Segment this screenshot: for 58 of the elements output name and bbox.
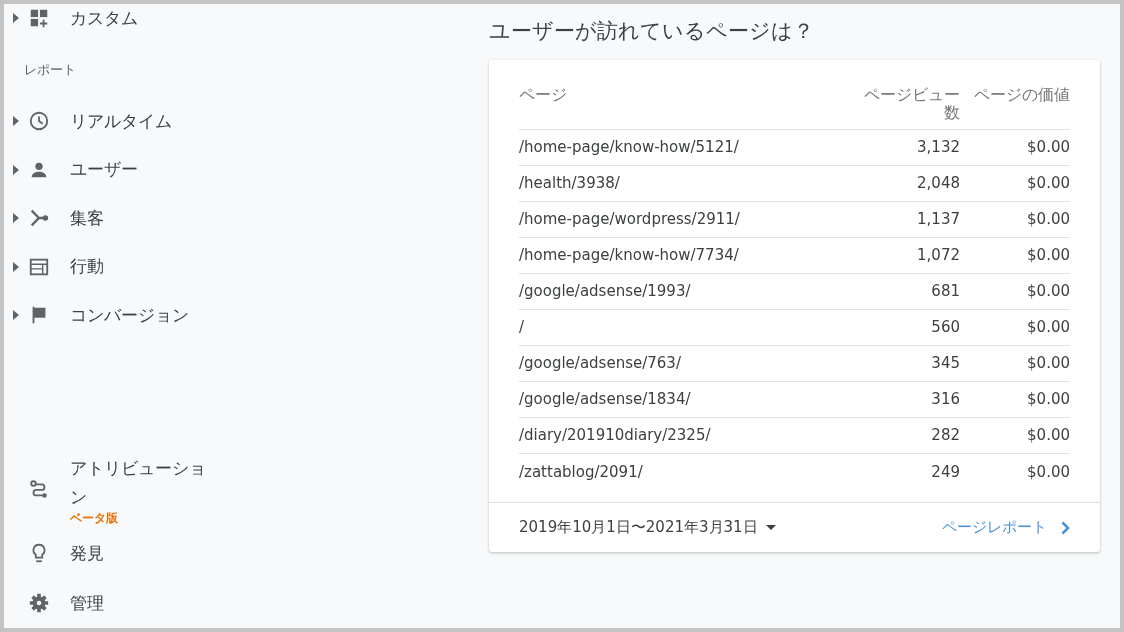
table-cell-text: 1,072 [916, 245, 960, 267]
settings-icon [28, 592, 50, 614]
nav-item-label[interactable]: アトリビューション [70, 453, 220, 512]
table-cell-text: /diary/201910diary/2325/ [519, 425, 712, 447]
grid-plus-icon [28, 7, 50, 30]
nav-item-label[interactable]: 行動 [70, 252, 220, 282]
clock-icon [28, 110, 50, 133]
nav-item-label[interactable]: 発見 [70, 538, 220, 568]
table-cell-text: $0.00 [1026, 137, 1070, 159]
caret-icon [765, 524, 776, 531]
column-header: ページビュー数 [863, 86, 960, 122]
expand-arrow-icon[interactable] [13, 116, 19, 127]
section-label: レポート [23, 61, 77, 79]
nav-item-label[interactable]: コンバージョン [70, 300, 220, 330]
table-cell-text: /health/3938/ [519, 173, 621, 195]
expand-arrow-icon[interactable] [13, 13, 19, 24]
column-header: ページの価値 [973, 86, 1070, 104]
table-cell-text: /home-page/wordpress/2911/ [519, 209, 741, 231]
table-cell-text: $0.00 [1026, 461, 1070, 483]
expand-arrow-icon[interactable] [13, 164, 19, 175]
expand-arrow-icon[interactable] [13, 213, 19, 224]
section-heading: ユーザーが訪れているページは？ [489, 18, 815, 46]
table-cell-text: $0.00 [1026, 353, 1070, 375]
column-header: ページ [519, 86, 568, 104]
table-cell-text: /home-page/know-how/7734/ [519, 245, 740, 267]
nav-item-label[interactable]: ユーザー [70, 155, 220, 185]
table-cell-text: /google/adsense/1993/ [519, 281, 692, 303]
table-cell-text: /home-page/know-how/5121/ [519, 137, 740, 159]
expand-arrow-icon[interactable] [13, 261, 19, 272]
table-cell-text: /google/adsense/763/ [519, 353, 682, 375]
table-cell-text: 2,048 [916, 173, 960, 195]
nav-item-label[interactable]: 管理 [70, 588, 220, 618]
table-cell-text: 3,132 [916, 137, 960, 159]
chevron-right-icon [1061, 520, 1070, 535]
table-cell-text: /google/adsense/1834/ [519, 389, 692, 411]
nav-item-label[interactable]: カスタム [70, 4, 220, 33]
table-cell-text: $0.00 [1026, 317, 1070, 339]
table-cell-text: $0.00 [1026, 281, 1070, 303]
date-range-dropdown[interactable]: 2019年10月1日〜2021年3月31日 [519, 516, 776, 539]
table-cell-text: 345 [930, 353, 960, 375]
table-cell-text: $0.00 [1026, 173, 1070, 195]
table-cell-text: $0.00 [1026, 425, 1070, 447]
table-cell-text: 249 [930, 461, 960, 483]
table-cell-text: 1,137 [916, 209, 960, 231]
nav-item-label[interactable]: 集客 [70, 203, 220, 233]
table-cell-text: /zattablog/2091/ [519, 461, 644, 483]
table-cell-text: 282 [930, 425, 960, 447]
table-cell-text: 560 [930, 317, 960, 339]
expand-arrow-icon[interactable] [13, 310, 19, 321]
table-cell-text: $0.00 [1026, 245, 1070, 267]
table-cell-text: $0.00 [1026, 389, 1070, 411]
table-cell-text: / [519, 317, 526, 339]
table-cell-text: $0.00 [1026, 209, 1070, 231]
table-cell-text: 316 [930, 389, 960, 411]
path-icon [28, 478, 50, 501]
table-cell-text: 681 [930, 281, 960, 303]
beta-label: ベータ版 [70, 510, 119, 525]
nav-item-label[interactable]: リアルタイム [70, 106, 220, 136]
